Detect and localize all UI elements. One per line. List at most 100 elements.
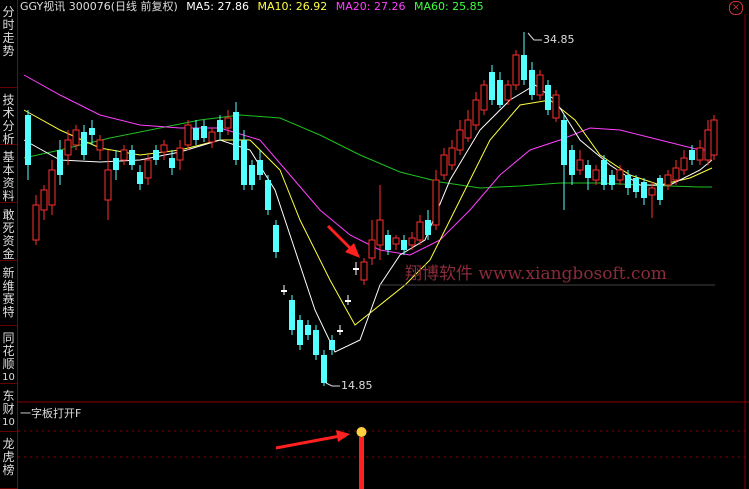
candle-body <box>249 165 255 185</box>
candle-body <box>425 220 431 235</box>
candle-body <box>521 55 527 80</box>
candle-body <box>297 320 303 345</box>
ma5-line <box>23 84 713 353</box>
candle-body <box>529 70 535 95</box>
candle-body <box>169 158 175 168</box>
candle-body <box>456 129 464 151</box>
candle-body <box>160 144 168 153</box>
ma20-line <box>23 74 712 256</box>
candle-body <box>184 124 192 146</box>
candle-body <box>289 300 295 330</box>
candle-body <box>376 219 384 246</box>
watermark: 翔博软件 www.xiangbosoft.com <box>405 264 667 284</box>
high-price-label: 34.85 <box>543 33 575 46</box>
candle-body <box>129 150 135 165</box>
candle-body <box>616 169 624 181</box>
candle-body <box>472 99 480 126</box>
candle-body <box>208 131 216 143</box>
candle-body <box>25 115 31 165</box>
candle-body <box>480 84 488 111</box>
signal-dot-icon <box>356 427 367 437</box>
candle-body <box>201 126 207 138</box>
candle-body <box>592 169 600 181</box>
candle-body <box>569 150 575 175</box>
candle-body <box>32 204 40 241</box>
candle-body <box>672 167 680 181</box>
candle-body <box>153 150 159 160</box>
candle-body <box>504 84 512 101</box>
stock-title: GGY视讯 300076(日线 前复权) <box>20 0 178 13</box>
candle-body <box>633 178 639 192</box>
sidebar-tab-4[interactable]: 新维赛特 <box>0 261 17 326</box>
candle-body <box>625 175 631 188</box>
arrow-shaft-bottom <box>275 434 341 450</box>
sidebar-tab-7[interactable]: 龙虎榜 <box>0 432 17 489</box>
candle-body <box>408 237 416 246</box>
sidebar-tab-0[interactable]: 分时走势 <box>0 0 17 88</box>
candle-body <box>89 128 95 135</box>
candle-body <box>696 147 704 161</box>
candle-body <box>360 261 368 281</box>
candle-body <box>144 159 152 179</box>
sidebar-tab-6[interactable]: 东财 10 <box>0 384 17 432</box>
candle-body <box>552 94 560 119</box>
candle-body <box>57 150 63 175</box>
candle-body <box>313 330 319 355</box>
candle-body <box>104 169 112 201</box>
candle-body <box>281 290 287 292</box>
candle-body <box>416 221 424 241</box>
chart-header: GGY视讯 300076(日线 前复权) MA5: 27.86 MA10: 26… <box>20 0 489 13</box>
candle-body <box>305 325 311 335</box>
candle-body <box>689 150 695 160</box>
candle-body <box>545 85 551 110</box>
candle-body <box>704 129 712 161</box>
signal-bar <box>359 437 364 489</box>
candle-body <box>233 112 239 160</box>
candle-body <box>601 160 607 185</box>
candle-body <box>176 147 184 161</box>
sidebar: 分时走势技术分析基本资料敢死资金新维赛特同花顺 10 东财 10 龙虎榜 <box>0 0 18 489</box>
candle-body <box>648 187 656 196</box>
ma5-value: MA5: 27.86 <box>186 0 250 13</box>
candle-body <box>664 174 672 186</box>
candle-body <box>137 172 143 184</box>
high-leader <box>527 32 542 41</box>
candle-body <box>440 154 448 176</box>
candle-body <box>609 175 615 185</box>
candle-body <box>561 120 567 165</box>
candle-body <box>48 169 56 206</box>
candle-body <box>432 179 440 226</box>
candle-body <box>241 140 247 185</box>
arrow-icon-bottom <box>336 430 350 442</box>
candle-body <box>273 225 279 252</box>
candle-body <box>385 235 391 250</box>
sidebar-tab-3[interactable]: 敢死资金 <box>0 203 17 261</box>
candle-body <box>96 139 104 151</box>
candle-body <box>40 189 48 211</box>
sidebar-tab-5[interactable]: 同花顺 10 <box>0 326 17 384</box>
candle-body <box>329 340 335 350</box>
candle-body <box>512 54 520 86</box>
ma10-value: MA10: 26.92 <box>257 0 328 13</box>
candle-body <box>257 160 263 175</box>
sidebar-tab-1[interactable]: 技术分析 <box>0 88 17 146</box>
candle-body <box>321 355 327 383</box>
candle-body <box>113 158 119 170</box>
indicator-label: 一字板打开F <box>20 407 82 420</box>
candle-body <box>489 72 495 100</box>
low-price-label: 14.85 <box>341 379 373 392</box>
sidebar-tab-2[interactable]: 基本资料 <box>0 145 17 203</box>
candle-body <box>657 178 663 200</box>
candle-body <box>265 180 271 210</box>
candle-body <box>368 239 376 259</box>
candle-body <box>81 132 87 155</box>
candle-body <box>337 330 343 332</box>
candle-body <box>680 157 688 171</box>
ma10-line <box>23 99 713 326</box>
candle-body <box>710 119 718 156</box>
candle-body <box>353 268 359 270</box>
candle-body <box>64 139 72 156</box>
low-leader <box>325 382 340 387</box>
close-icon[interactable]: × <box>729 1 743 15</box>
candle-body <box>217 120 223 132</box>
